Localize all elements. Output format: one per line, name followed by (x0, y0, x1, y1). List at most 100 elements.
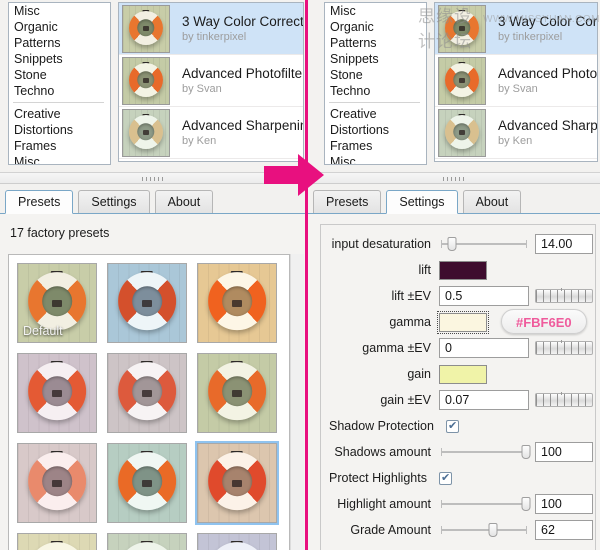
row-gamma-ev: gamma ±EV 0 (321, 337, 595, 359)
presets-scrollbar[interactable] (290, 254, 304, 550)
category-item-distortions[interactable]: Distortions (9, 122, 110, 138)
preset-default-label: Default (23, 324, 63, 338)
preset-thumbnail-art (18, 354, 96, 432)
category-item-misc-top[interactable]: Misc (325, 3, 426, 19)
tab-about[interactable]: About (154, 190, 214, 213)
category-item-distortions[interactable]: Distortions (325, 122, 426, 138)
slider-knob[interactable] (447, 237, 457, 251)
category-item-stone-top[interactable]: Stone (9, 67, 110, 83)
row-gamma: gamma #FBF6E0 (321, 309, 595, 334)
value-gamma-ev[interactable]: 0 (439, 338, 529, 358)
effect-list-left[interactable]: 3 Way Color Correction by tinkerpixel Ad… (118, 2, 304, 162)
row-lift-ev: lift ±EV 0.5 (321, 285, 595, 307)
effect-list-item[interactable]: Advanced Photofilter by Svan (119, 55, 303, 107)
preset-cell[interactable] (15, 441, 99, 525)
row-shadow-protection: Shadow Protection (321, 415, 595, 437)
panel-splitter-right[interactable] (308, 172, 600, 184)
preset-cell[interactable] (195, 351, 279, 435)
category-item-misc[interactable]: Misc (325, 154, 426, 164)
preset-cell[interactable] (105, 351, 189, 435)
slider-knob[interactable] (521, 445, 531, 459)
category-separator (329, 102, 420, 103)
ring-nub (459, 130, 465, 135)
category-item-organic-top[interactable]: Organic (9, 19, 110, 35)
row-shadows-amount: Shadows amount 100 (321, 441, 595, 463)
effect-list-item[interactable]: 3 Way Color Correction by tinkerpixel (435, 3, 597, 55)
tab-presets[interactable]: Presets (5, 190, 74, 214)
category-item-misc-top[interactable]: Misc (9, 3, 110, 19)
value-grade-amount[interactable]: 62 (535, 520, 593, 540)
row-protect-highlights: Protect Highlights (321, 467, 595, 489)
color-swatch-gamma[interactable] (437, 310, 489, 334)
preset-cell[interactable]: Default (15, 261, 99, 345)
category-item-techno-top[interactable]: Techno (9, 83, 110, 99)
preset-cell[interactable] (105, 531, 189, 550)
row-lift: lift (321, 259, 595, 281)
effect-thumbnail (438, 56, 486, 105)
slider-knob[interactable] (488, 523, 498, 537)
category-item-patterns-top[interactable]: Patterns (325, 35, 426, 51)
category-item-stone-top[interactable]: Stone (325, 67, 426, 83)
label-lift: lift (418, 263, 432, 277)
category-item-creative[interactable]: Creative (325, 106, 426, 122)
category-item-patterns-top[interactable]: Patterns (9, 35, 110, 51)
value-lift-ev[interactable]: 0.5 (439, 286, 529, 306)
preset-thumbnail-art (108, 354, 186, 432)
color-swatch-gain[interactable] (439, 364, 487, 384)
preset-cell[interactable] (15, 351, 99, 435)
dial-gamma-ev[interactable] (535, 340, 593, 355)
category-item-creative[interactable]: Creative (9, 106, 110, 122)
effect-title: Advanced Photofilter (182, 66, 303, 81)
preset-thumbnail (107, 353, 187, 433)
preset-cell[interactable] (105, 261, 189, 345)
value-highlight-amount[interactable]: 100 (535, 494, 593, 514)
preset-cell[interactable] (195, 441, 279, 525)
tab-settings[interactable]: Settings (78, 190, 150, 213)
panel-splitter-left[interactable] (0, 172, 306, 184)
category-item-techno-top[interactable]: Techno (325, 83, 426, 99)
checkbox-protect-highlights[interactable] (438, 471, 452, 485)
slider-track (441, 448, 527, 456)
category-item-frames[interactable]: Frames (9, 138, 110, 154)
value-gain-ev[interactable]: 0.07 (439, 390, 529, 410)
preset-thumbnail-art (439, 5, 485, 52)
preset-thumbnail-art (439, 57, 485, 104)
effect-thumbnail (122, 56, 170, 105)
slider-grade-amount[interactable] (439, 523, 529, 537)
color-swatch-lift[interactable] (439, 260, 487, 280)
presets-grid[interactable]: Default (8, 254, 290, 550)
tab-about[interactable]: About (462, 190, 522, 213)
slider-shadows-amount[interactable] (439, 445, 531, 459)
effect-list-right[interactable]: 3 Way Color Correction by tinkerpixel Ad… (434, 2, 598, 162)
effect-author: by tinkerpixel (182, 31, 247, 43)
category-item-snippets-top[interactable]: Snippets (325, 51, 426, 67)
slider-highlight-amount[interactable] (439, 497, 531, 511)
value-shadows-amount[interactable]: 100 (535, 442, 593, 462)
preset-cell[interactable] (195, 531, 279, 550)
dial-lift-ev[interactable] (535, 288, 593, 303)
category-item-snippets-top[interactable]: Snippets (9, 51, 110, 67)
preset-thumbnail: Default (17, 263, 97, 343)
effect-list-item[interactable]: Advanced Photofilter by Svan (435, 55, 597, 107)
label-highlight-amount: Highlight amount (337, 497, 431, 511)
category-item-misc[interactable]: Misc (9, 154, 110, 164)
preset-cell[interactable] (195, 261, 279, 345)
preset-thumbnail (197, 533, 277, 550)
value-input-desaturation[interactable]: 14.00 (535, 234, 593, 254)
preset-thumbnail (107, 443, 187, 523)
splitter-grip-icon (443, 177, 465, 181)
preset-cell[interactable] (15, 531, 99, 550)
category-list-left[interactable]: Misc Organic Patterns Snippets Stone Techno Cr… (8, 2, 111, 165)
checkbox-shadow-protection[interactable] (445, 419, 459, 433)
category-list-right[interactable]: Misc Organic Patterns Snippets Stone Techno Cr… (324, 2, 427, 165)
preset-cell[interactable] (105, 441, 189, 525)
category-item-organic-top[interactable]: Organic (325, 19, 426, 35)
slider-input-desaturation[interactable] (439, 237, 529, 251)
ring-nub (459, 26, 465, 31)
slider-knob[interactable] (521, 497, 531, 511)
effect-list-item[interactable]: Advanced Sharpening by Ken (435, 107, 597, 159)
category-item-frames[interactable]: Frames (325, 138, 426, 154)
tab-settings[interactable]: Settings (386, 190, 458, 214)
dial-gain-ev[interactable] (535, 392, 593, 407)
effect-list-item[interactable]: 3 Way Color Correction by tinkerpixel (119, 3, 303, 55)
